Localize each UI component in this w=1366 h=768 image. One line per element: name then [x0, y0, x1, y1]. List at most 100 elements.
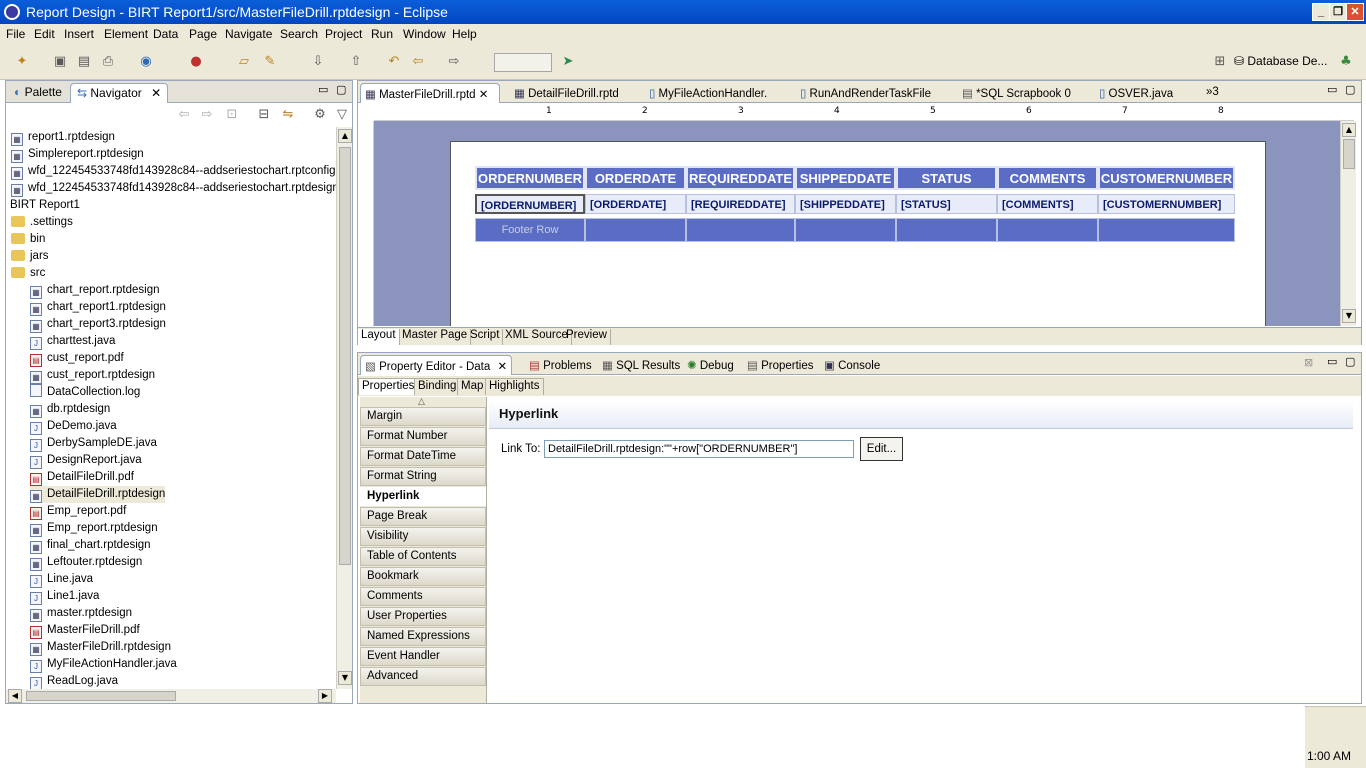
pin-icon[interactable]: ➤ [560, 54, 576, 70]
tab-debug[interactable]: ✺ Debug [683, 355, 738, 375]
tree-item[interactable]: J Line.java [30, 571, 93, 588]
tree-item[interactable]: ▦ Leftouter.rptdesign [30, 554, 142, 571]
category-item[interactable]: Page Break [360, 507, 486, 526]
category-item[interactable]: Table of Contents [360, 547, 486, 566]
tab-myfileactionhandler[interactable]: ▯ MyFileActionHandler. [645, 83, 785, 103]
prev-annotation-icon[interactable]: ⇧ [348, 54, 364, 70]
close-tab-icon[interactable]: ✕ [479, 89, 489, 101]
tab-osver[interactable]: ▯ OSVER.java [1095, 83, 1195, 103]
tab-master-page[interactable]: Master Page [399, 329, 472, 345]
edit-button[interactable]: Edit... [860, 437, 903, 461]
header-cell[interactable]: REQUIREDDATE [686, 166, 795, 190]
tab-property-editor[interactable]: ▧ Property Editor - Data ✕ [360, 355, 513, 375]
menu-window[interactable]: Window [403, 27, 446, 41]
subtab-properties[interactable]: Properties [358, 378, 419, 395]
tab-sql-scrapbook[interactable]: ▤ *SQL Scrapbook 0 [958, 83, 1086, 103]
maximize-view-icon[interactable]: ▢ [1345, 355, 1355, 368]
navigator-hscrollbar[interactable]: ◀ ▶ [6, 689, 336, 703]
link-to-input[interactable] [544, 440, 854, 458]
scroll-thumb[interactable] [1343, 139, 1355, 169]
menu-page[interactable]: Page [189, 27, 217, 41]
data-cell[interactable]: [SHIPPEDDATE] [795, 194, 896, 214]
close-tab-icon[interactable]: ✕ [497, 361, 507, 373]
header-cell[interactable]: CUSTOMERNUMBER [1098, 166, 1235, 190]
wand-icon[interactable]: ✎ [262, 54, 278, 70]
nav-back-icon[interactable]: ⇦ [176, 107, 192, 123]
tree-item[interactable]: ▦ Simplereport.rptdesign [11, 146, 144, 163]
header-cell[interactable]: ORDERNUMBER [475, 166, 585, 190]
tree-item[interactable]: .settings [11, 214, 73, 231]
category-item[interactable]: Bookmark [360, 567, 486, 586]
tree-item[interactable]: bin [11, 231, 45, 248]
scroll-down-icon[interactable]: ▼ [338, 671, 352, 685]
save-icon[interactable]: ▣ [52, 54, 68, 70]
subtab-map[interactable]: Map [457, 378, 488, 395]
menu-edit[interactable]: Edit [34, 27, 55, 41]
header-cell[interactable]: STATUS [896, 166, 997, 190]
tree-item[interactable]: Jcharttest.java [30, 333, 115, 350]
menu-navigate[interactable]: Navigate [225, 27, 272, 41]
subtab-highlights[interactable]: Highlights [485, 378, 544, 395]
category-item[interactable]: Format String [360, 467, 486, 486]
tab-detailfiledrill[interactable]: ▦ DetailFileDrill.rptd [510, 83, 635, 103]
tree-item[interactable]: ▦ db.rptdesign [30, 401, 110, 418]
footer-cell[interactable] [585, 218, 686, 242]
tree-item[interactable]: J DesignReport.java [30, 452, 142, 469]
close-button[interactable]: ✕ [1346, 3, 1364, 21]
tab-problems[interactable]: ▤ Problems [525, 355, 596, 375]
category-item[interactable]: Advanced [360, 667, 486, 686]
tree-item[interactable]: src [11, 265, 45, 282]
tree-item[interactable]: jars [11, 248, 49, 265]
tree-item[interactable]: ▦ report1.rptdesign [11, 129, 115, 146]
maximize-view-icon[interactable]: ▢ [336, 83, 346, 96]
tree-item[interactable]: ▦ DetailFileDrill.rptdesign [30, 486, 166, 503]
tab-layout[interactable]: Layout [358, 329, 400, 345]
tree-item[interactable]: ▤ Emp_report.pdf [30, 503, 126, 520]
tree-item[interactable]: J ReadLog.java [30, 673, 118, 689]
tab-palette[interactable]: ◐ Palette [8, 83, 68, 103]
category-item[interactable]: Comments [360, 587, 486, 606]
tab-preview[interactable]: Preview [563, 329, 611, 345]
close-tab-icon[interactable]: ✕ [151, 86, 161, 100]
tree-item[interactable]: ▤ MasterFileDrill.pdf [30, 622, 140, 639]
tab-script[interactable]: Script [467, 329, 504, 345]
header-cell[interactable]: COMMENTS [997, 166, 1098, 190]
category-item[interactable]: Format Number [360, 427, 486, 446]
tree-item[interactable]: ▦ master.rptdesign [30, 605, 132, 622]
data-cell[interactable]: [ORDERDATE] [585, 194, 686, 214]
tab-console[interactable]: ▣ Console [820, 355, 884, 375]
category-item[interactable]: User Properties [360, 607, 486, 626]
next-annotation-icon[interactable]: ⇩ [310, 54, 326, 70]
last-edit-icon[interactable]: ↶ [386, 54, 402, 70]
tab-properties[interactable]: ▤ Properties [743, 355, 817, 375]
scroll-right-icon[interactable]: ▶ [318, 689, 332, 703]
menu-insert[interactable]: Insert [64, 27, 94, 41]
tab-overflow[interactable]: »3 [1202, 83, 1223, 103]
minimize-view-icon[interactable]: ▭ [318, 83, 328, 96]
tab-sql-results[interactable]: ▦ SQL Results [598, 355, 684, 375]
category-item[interactable]: Visibility [360, 527, 486, 546]
tree-item[interactable]: ▦ chart_report.rptdesign [30, 282, 160, 299]
run-report-icon[interactable]: ● [188, 54, 204, 70]
perspective-database[interactable]: ⛁ Database De... [1234, 54, 1327, 68]
data-cell[interactable]: [REQUIREDDATE] [686, 194, 795, 214]
tree-item[interactable]: ▦ wfd_122454533748fd143928c84--addseriest… [11, 163, 336, 180]
report-table[interactable]: ORDERNUMBER [ORDERNUMBER] Footer Row ORDERD… [475, 166, 1241, 246]
minimize-editor-icon[interactable]: ▭ [1327, 83, 1337, 96]
scroll-up-icon[interactable]: ▲ [338, 129, 352, 143]
scroll-down-icon[interactable]: ▼ [1342, 309, 1356, 323]
nav-up-icon[interactable]: ⊡ [224, 107, 240, 123]
tree-item[interactable]: ▦ MasterFileDrill.rptdesign [30, 639, 171, 656]
tree-item[interactable]: J DeDemo.java [30, 418, 117, 435]
footer-cell[interactable] [1098, 218, 1235, 242]
tab-runandrendertaskfile[interactable]: ▯ RunAndRenderTaskFile [796, 83, 946, 103]
data-cell[interactable]: [COMMENTS] [997, 194, 1098, 214]
menu-element[interactable]: Element [104, 27, 148, 41]
category-item[interactable]: Named Expressions [360, 627, 486, 646]
open-perspective-icon[interactable]: ⊞ [1212, 54, 1228, 70]
data-cell[interactable]: [CUSTOMERNUMBER] [1098, 194, 1235, 214]
navigator-vscrollbar[interactable]: ▲ ▼ [336, 127, 352, 689]
tree-item[interactable]: ▦ cust_report.rptdesign [30, 367, 155, 384]
category-item[interactable]: Format DateTime [360, 447, 486, 466]
collapse-all-icon[interactable]: ⊟ [256, 107, 272, 123]
